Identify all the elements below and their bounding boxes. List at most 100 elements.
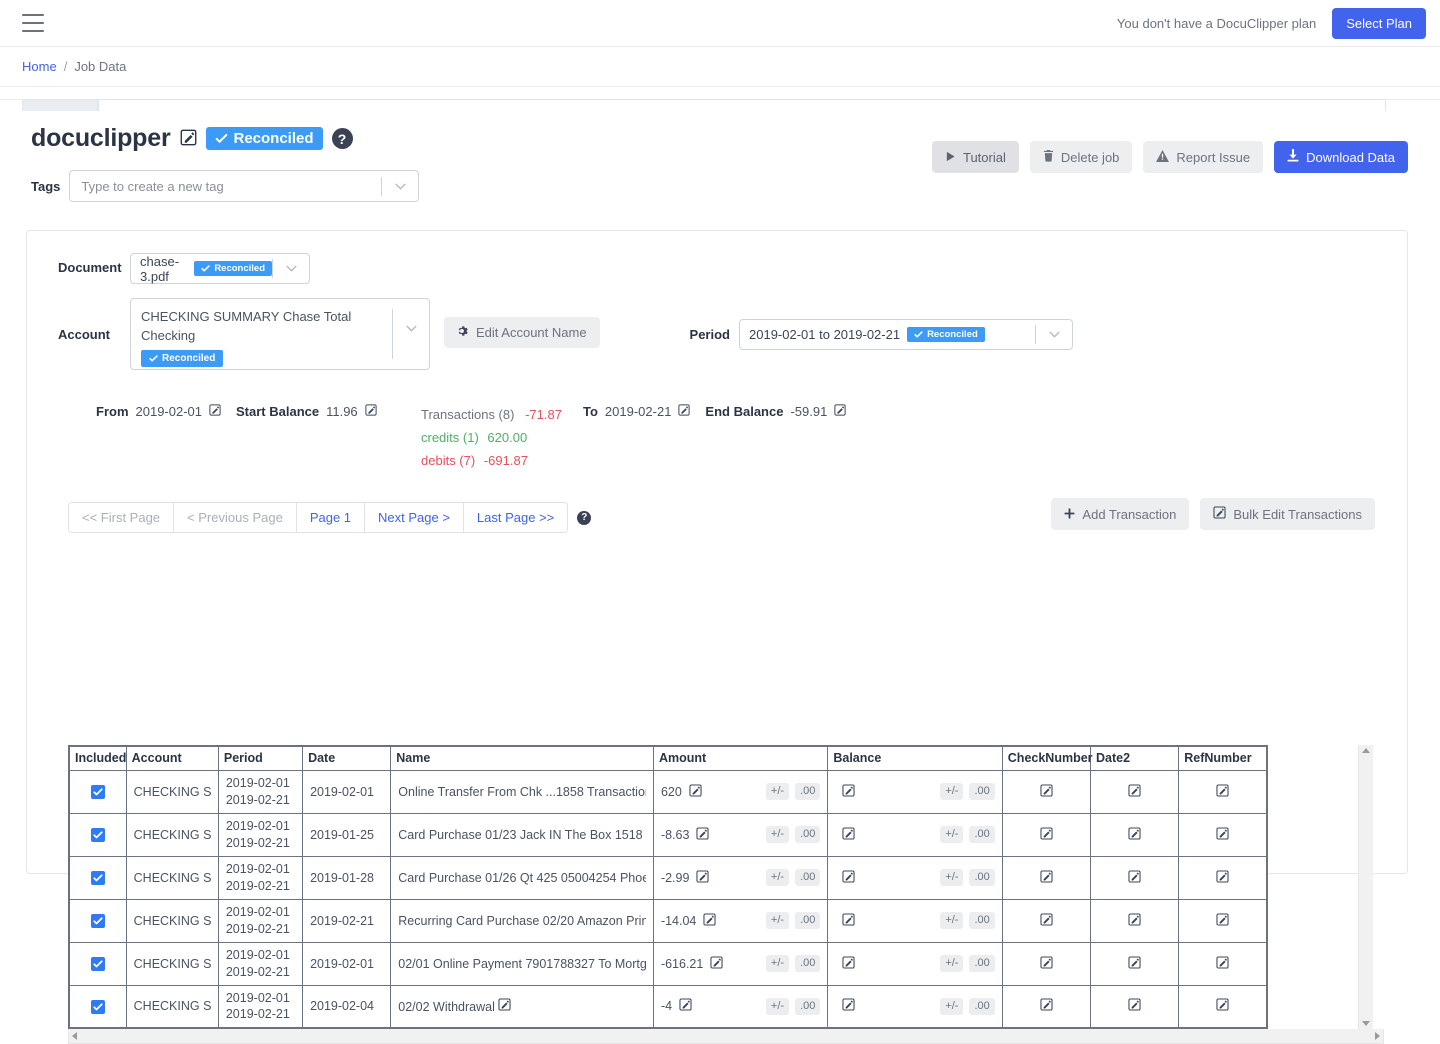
row-include-checkbox[interactable]: [91, 871, 105, 885]
edit-refnumber-icon[interactable]: [1216, 784, 1229, 800]
last-page-button[interactable]: Last Page >>: [464, 503, 567, 532]
row-include-checkbox[interactable]: [91, 957, 105, 971]
hamburger-icon[interactable]: [22, 14, 44, 32]
table-row[interactable]: CHECKING SUI2019-02-012019-02-212019-02-…: [69, 985, 1267, 1028]
table-row[interactable]: CHECKING SUI2019-02-012019-02-212019-02-…: [69, 770, 1267, 813]
amount-sign-toggle[interactable]: +/-: [766, 869, 789, 886]
header-account[interactable]: Account: [126, 746, 218, 770]
balance-sign-toggle[interactable]: +/-: [940, 783, 963, 800]
edit-checknumber-icon[interactable]: [1040, 913, 1053, 929]
previous-page-button[interactable]: < Previous Page: [174, 503, 297, 532]
document-chevron-down-icon[interactable]: [273, 265, 309, 272]
edit-refnumber-icon[interactable]: [1216, 870, 1229, 886]
header-included[interactable]: Included: [69, 746, 126, 770]
document-select[interactable]: chase-3.pdf Reconciled: [130, 253, 310, 284]
amount-decimal-fix[interactable]: .00: [795, 783, 820, 800]
table-row[interactable]: CHECKING SUI2019-02-012019-02-212019-01-…: [69, 856, 1267, 899]
add-transaction-button[interactable]: Add Transaction: [1051, 498, 1189, 530]
balance-sign-toggle[interactable]: +/-: [940, 869, 963, 886]
edit-checknumber-icon[interactable]: [1040, 827, 1053, 843]
period-chevron-down-icon[interactable]: [1036, 331, 1072, 338]
edit-title-icon[interactable]: [180, 129, 197, 149]
tutorial-button[interactable]: Tutorial: [932, 141, 1019, 173]
edit-start-balance-icon[interactable]: [365, 404, 377, 419]
edit-amount-icon[interactable]: [689, 784, 702, 800]
edit-balance-icon[interactable]: [842, 998, 855, 1014]
edit-from-date-icon[interactable]: [209, 404, 221, 419]
edit-balance-icon[interactable]: [842, 870, 855, 886]
row-include-checkbox[interactable]: [91, 828, 105, 842]
amount-decimal-fix[interactable]: .00: [795, 998, 820, 1015]
balance-sign-toggle[interactable]: +/-: [940, 955, 963, 972]
edit-refnumber-icon[interactable]: [1216, 956, 1229, 972]
report-issue-button[interactable]: Report Issue: [1143, 141, 1263, 173]
balance-sign-toggle[interactable]: +/-: [940, 998, 963, 1015]
edit-date2-icon[interactable]: [1128, 827, 1141, 843]
edit-balance-icon[interactable]: [842, 913, 855, 929]
scroll-up-arrow-icon[interactable]: [1362, 748, 1370, 753]
edit-checknumber-icon[interactable]: [1040, 998, 1053, 1014]
edit-refnumber-icon[interactable]: [1216, 998, 1229, 1014]
delete-job-button[interactable]: Delete job: [1030, 141, 1133, 173]
breadcrumb-home-link[interactable]: Home: [22, 59, 57, 74]
header-period[interactable]: Period: [218, 746, 302, 770]
balance-decimal-fix[interactable]: .00: [969, 955, 994, 972]
row-include-checkbox[interactable]: [91, 785, 105, 799]
amount-decimal-fix[interactable]: .00: [795, 826, 820, 843]
edit-amount-icon[interactable]: [696, 827, 709, 843]
header-checknumber[interactable]: CheckNumber: [1002, 746, 1090, 770]
edit-balance-icon[interactable]: [842, 956, 855, 972]
download-data-button[interactable]: Download Data: [1274, 141, 1408, 173]
edit-to-date-icon[interactable]: [678, 404, 690, 419]
amount-decimal-fix[interactable]: .00: [795, 955, 820, 972]
edit-checknumber-icon[interactable]: [1040, 784, 1053, 800]
amount-sign-toggle[interactable]: +/-: [766, 998, 789, 1015]
bulk-edit-transactions-button[interactable]: Bulk Edit Transactions: [1200, 498, 1375, 530]
tags-chevron-down-icon[interactable]: [382, 183, 418, 190]
header-name[interactable]: Name: [391, 746, 654, 770]
tags-input[interactable]: [70, 179, 381, 194]
edit-amount-icon[interactable]: [679, 998, 692, 1014]
amount-decimal-fix[interactable]: .00: [795, 912, 820, 929]
balance-decimal-fix[interactable]: .00: [969, 869, 994, 886]
edit-date2-icon[interactable]: [1128, 784, 1141, 800]
table-row[interactable]: CHECKING SUI2019-02-012019-02-212019-01-…: [69, 813, 1267, 856]
next-page-button[interactable]: Next Page >: [365, 503, 464, 532]
edit-checknumber-icon[interactable]: [1040, 870, 1053, 886]
help-icon[interactable]: ?: [332, 128, 353, 149]
table-row[interactable]: CHECKING SUI2019-02-012019-02-212019-02-…: [69, 899, 1267, 942]
edit-checknumber-icon[interactable]: [1040, 956, 1053, 972]
pagination-help-icon[interactable]: ?: [577, 511, 591, 525]
edit-balance-icon[interactable]: [842, 784, 855, 800]
select-plan-button[interactable]: Select Plan: [1332, 8, 1426, 39]
balance-decimal-fix[interactable]: .00: [969, 826, 994, 843]
edit-account-name-button[interactable]: Edit Account Name: [444, 317, 600, 348]
edit-amount-icon[interactable]: [696, 870, 709, 886]
amount-sign-toggle[interactable]: +/-: [766, 955, 789, 972]
amount-sign-toggle[interactable]: +/-: [766, 826, 789, 843]
balance-sign-toggle[interactable]: +/-: [940, 912, 963, 929]
header-balance[interactable]: Balance: [828, 746, 1002, 770]
current-page-indicator[interactable]: Page 1: [297, 503, 365, 532]
amount-sign-toggle[interactable]: +/-: [766, 912, 789, 929]
amount-sign-toggle[interactable]: +/-: [766, 783, 789, 800]
amount-decimal-fix[interactable]: .00: [795, 869, 820, 886]
edit-date2-icon[interactable]: [1128, 956, 1141, 972]
header-date2[interactable]: Date2: [1091, 746, 1179, 770]
edit-refnumber-icon[interactable]: [1216, 913, 1229, 929]
table-vertical-scrollbar[interactable]: [1358, 745, 1373, 1029]
edit-amount-icon[interactable]: [703, 913, 716, 929]
balance-decimal-fix[interactable]: .00: [969, 783, 994, 800]
edit-date2-icon[interactable]: [1128, 913, 1141, 929]
scroll-left-arrow-icon[interactable]: [72, 1032, 77, 1040]
table-horizontal-scrollbar[interactable]: [68, 1029, 1384, 1044]
edit-end-balance-icon[interactable]: [834, 404, 846, 419]
period-select[interactable]: 2019-02-01 to 2019-02-21 Reconciled: [739, 319, 1073, 350]
balance-sign-toggle[interactable]: +/-: [940, 826, 963, 843]
edit-balance-icon[interactable]: [842, 827, 855, 843]
edit-refnumber-icon[interactable]: [1216, 827, 1229, 843]
scroll-down-arrow-icon[interactable]: [1362, 1021, 1370, 1026]
row-include-checkbox[interactable]: [91, 1000, 105, 1014]
balance-decimal-fix[interactable]: .00: [969, 998, 994, 1015]
table-row[interactable]: CHECKING SUI2019-02-012019-02-212019-02-…: [69, 942, 1267, 985]
